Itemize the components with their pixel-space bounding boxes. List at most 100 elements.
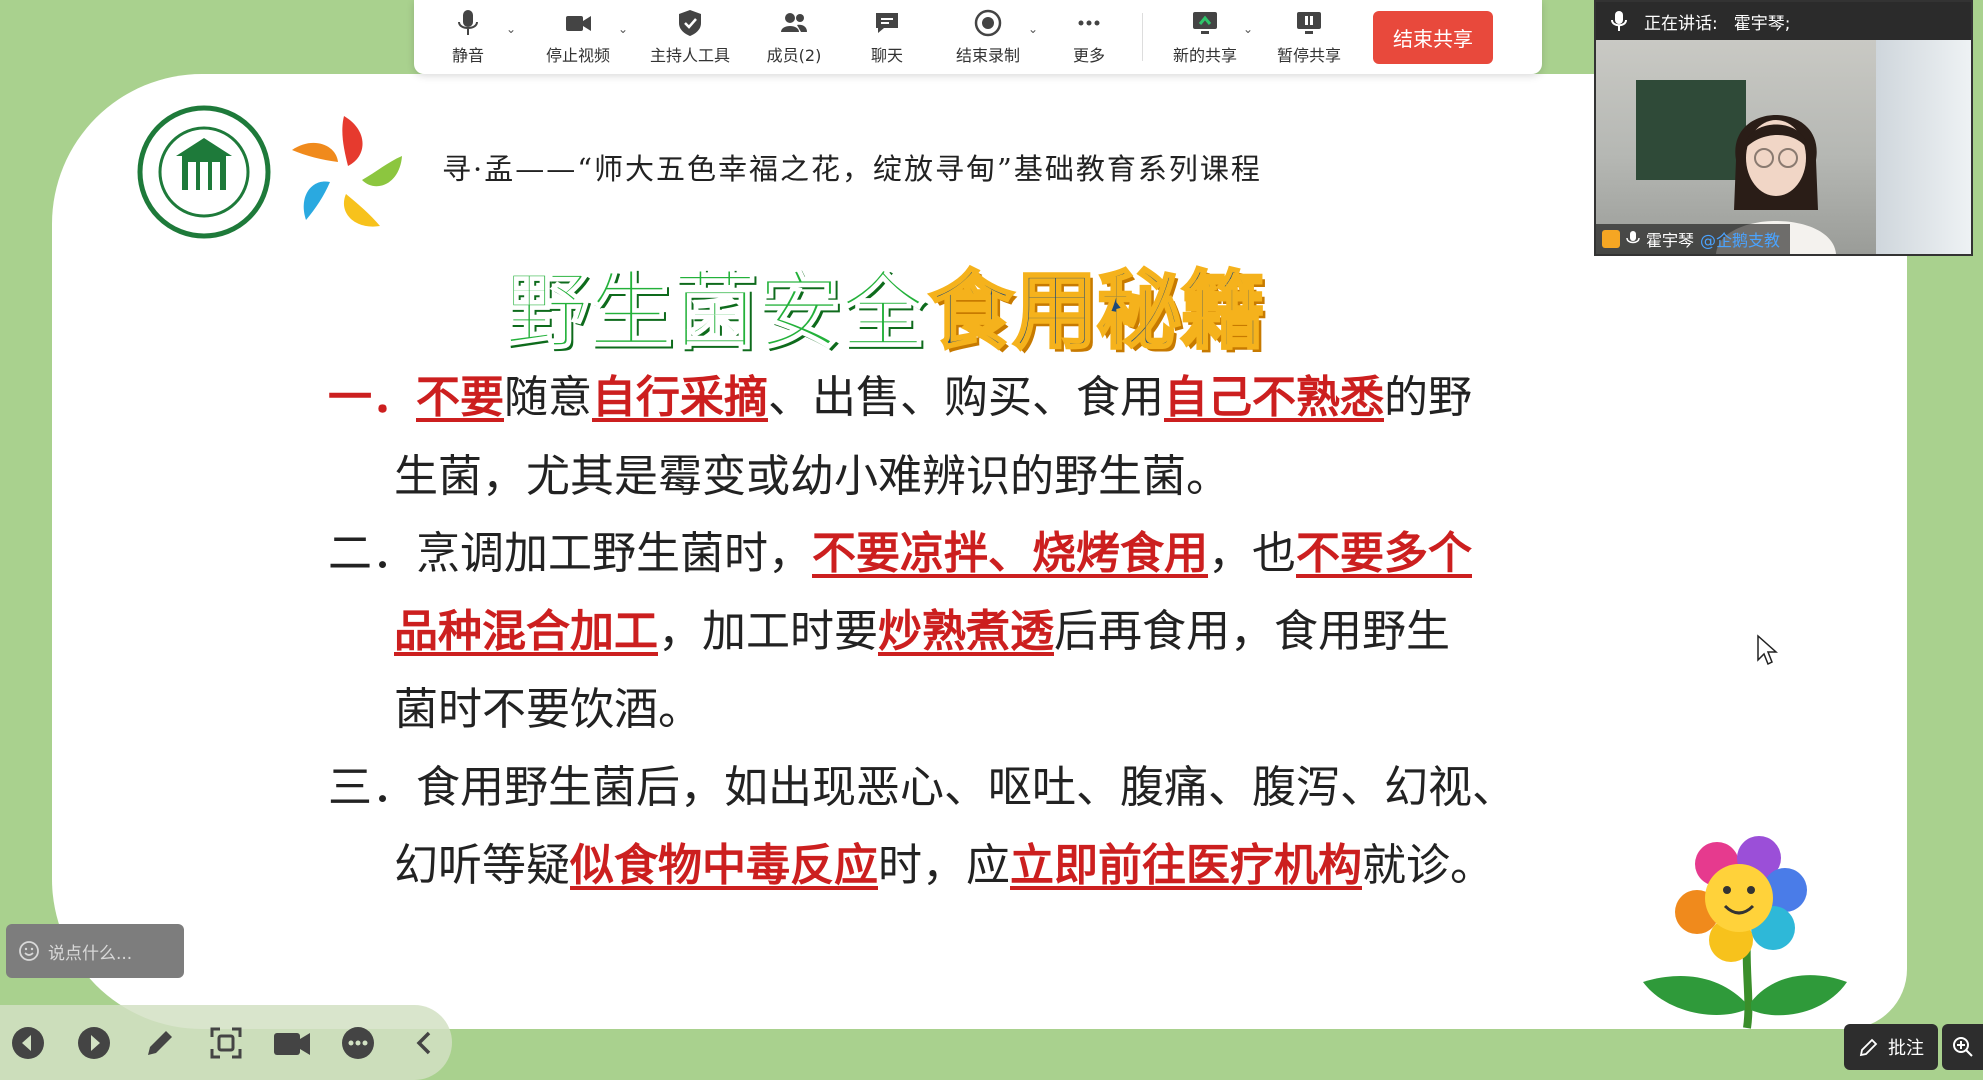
zoom-in-icon xyxy=(1952,1037,1973,1057)
item-segment: 自行采摘 xyxy=(592,372,768,423)
comment-placeholder: 说点什么... xyxy=(48,943,133,964)
item-segment: ，加工时要 xyxy=(658,606,878,657)
participant-name: 霍宇琴 xyxy=(1646,231,1695,250)
comment-input[interactable]: 说点什么... xyxy=(6,924,184,978)
host-tools-label: 主持人工具 xyxy=(649,46,730,65)
item-segment: 二．烹调加工野生菌时， xyxy=(328,528,812,579)
item-segment: 不要凉拌、烧烤食用 xyxy=(812,528,1208,579)
members-label: 成员(2) xyxy=(766,46,822,65)
title-part-tips: 食用秘籍 xyxy=(928,261,1267,362)
item-3-line-2: 幻听等疑似食物中毒反应时，应立即前往医疗机构就诊。 xyxy=(394,844,1494,888)
item-segment: 就诊。 xyxy=(1362,840,1494,891)
item-segment: 品种混合加工 xyxy=(394,606,658,657)
stop-video-button[interactable]: 停止视频 ⌄ xyxy=(522,0,634,74)
prev-icon xyxy=(12,1026,44,1059)
next-icon xyxy=(78,1026,110,1059)
smiling-flower-illustration xyxy=(1635,832,1855,1036)
participant-name-bar: 霍宇琴 @企鹅支教 xyxy=(1596,224,1791,254)
presentation-controls xyxy=(0,1005,452,1080)
camera-button[interactable] xyxy=(270,1021,314,1065)
item-1-line-1: 一．不要随意自行采摘、出售、购买、食用自己不熟悉的野 xyxy=(328,376,1472,420)
item-segment: 的野 xyxy=(1384,372,1472,423)
chevron-down-icon[interactable]: ⌄ xyxy=(506,22,516,36)
members-icon xyxy=(781,13,807,32)
speaker-video-panel[interactable]: 正在讲话: 霍宇琴; 霍宇琴 @企鹅支教 xyxy=(1594,0,1973,256)
item-segment: 时，应 xyxy=(878,840,1010,891)
item-2-line-2: 品种混合加工，加工时要炒熟煮透后再食用，食用野生 xyxy=(394,610,1450,654)
mute-label: 静音 xyxy=(451,46,484,65)
colorful-star-logo xyxy=(284,110,412,238)
item-segment: 随意 xyxy=(504,372,592,423)
item-segment: ，也 xyxy=(1208,528,1296,579)
video-feed: 霍宇琴 @企鹅支教 xyxy=(1596,40,1971,254)
course-series-header: 寻·孟——“师大五色幸福之花，绽放寻甸”基础教育系列课程 xyxy=(442,152,1262,186)
item-segment: 不要 xyxy=(416,372,504,423)
zoom-in-button[interactable] xyxy=(1942,1024,1983,1070)
more-icon xyxy=(342,1026,374,1059)
item-segment: 生菌，尤其是霉变或幼小难辨识的野生菌。 xyxy=(394,451,1230,502)
speaking-label: 正在讲话: xyxy=(1644,13,1718,34)
prev-slide-button[interactable] xyxy=(6,1021,50,1065)
mute-button[interactable]: 静音 ⌄ xyxy=(414,0,522,74)
more-button[interactable]: 更多 xyxy=(1044,0,1134,74)
members-button[interactable]: 成员(2) xyxy=(746,0,842,74)
smiley-icon xyxy=(19,941,39,961)
microphone-icon xyxy=(1611,11,1627,31)
item-segment: 立即前往医疗机构 xyxy=(1010,840,1362,891)
more-label: 更多 xyxy=(1072,46,1105,65)
next-slide-button[interactable] xyxy=(72,1021,116,1065)
item-segment: 一． xyxy=(328,372,416,423)
video-camera-icon xyxy=(566,16,591,31)
chat-button[interactable]: 聊天 xyxy=(842,0,932,74)
new-share-label: 新的共享 xyxy=(1172,46,1237,65)
collapse-button[interactable] xyxy=(402,1021,446,1065)
annotate-button[interactable]: 批注 xyxy=(1844,1024,1938,1070)
item-segment: 后再食用，食用野生 xyxy=(1054,606,1450,657)
record-icon xyxy=(974,9,1002,37)
chevron-down-icon[interactable]: ⌄ xyxy=(618,22,628,36)
end-recording-label: 结束录制 xyxy=(955,46,1020,65)
end-recording-button[interactable]: 结束录制 ⌄ xyxy=(932,0,1044,74)
new-share-icon xyxy=(1193,12,1217,34)
speaking-indicator: 正在讲话: 霍宇琴; xyxy=(1596,2,1971,40)
title-part-safety: 野生菌安全 xyxy=(504,261,926,361)
chevron-down-icon[interactable]: ⌄ xyxy=(1028,22,1038,36)
item-segment: 、出售、购买、食用 xyxy=(768,372,1164,423)
chat-label: 聊天 xyxy=(870,46,903,65)
end-share-button[interactable]: 结束共享 xyxy=(1373,10,1493,64)
microphone-icon xyxy=(458,10,478,35)
college-seal-logo xyxy=(136,104,272,244)
pen-icon xyxy=(148,1030,172,1055)
screenshot-icon xyxy=(210,1027,242,1058)
meeting-toolbar: 静音 ⌄ 停止视频 ⌄ 主持人工具 成员(2) 聊天 结束录制 ⌄ 更多 新的共… xyxy=(414,0,1542,74)
collapse-icon xyxy=(416,1031,431,1054)
pause-share-button[interactable]: 暂停共享 xyxy=(1259,0,1359,74)
window-background xyxy=(1876,40,1971,254)
new-share-button[interactable]: 新的共享 ⌄ xyxy=(1151,0,1259,74)
stop-video-label: 停止视频 xyxy=(545,46,610,65)
item-segment: 炒熟煮透 xyxy=(878,606,1054,657)
screenshot-button[interactable] xyxy=(204,1021,248,1065)
item-segment: 似食物中毒反应 xyxy=(570,840,878,891)
speaking-name: 霍宇琴; xyxy=(1733,13,1791,34)
item-segment: 三．食用野生菌后，如出现恶心、呕吐、腹痛、腹泻、幻视、 xyxy=(328,762,1516,813)
more-options-button[interactable] xyxy=(336,1021,380,1065)
camera-icon xyxy=(274,1032,310,1055)
item-segment: 自己不熟悉 xyxy=(1164,372,1384,423)
item-segment: 不要多个 xyxy=(1296,528,1472,579)
pause-share-icon xyxy=(1297,12,1321,34)
host-tools-button[interactable]: 主持人工具 xyxy=(634,0,746,74)
shield-icon xyxy=(679,10,701,36)
item-2-line-3: 菌时不要饮酒。 xyxy=(394,688,702,732)
pen-button[interactable] xyxy=(138,1021,182,1065)
item-3-line-1: 三．食用野生菌后，如出现恶心、呕吐、腹痛、腹泻、幻视、 xyxy=(328,766,1516,810)
chevron-down-icon[interactable]: ⌄ xyxy=(1243,22,1253,36)
item-2-line-1: 二．烹调加工野生菌时，不要凉拌、烧烤食用，也不要多个 xyxy=(328,532,1472,576)
pen-icon xyxy=(1859,1038,1878,1057)
annotate-label: 批注 xyxy=(1888,1038,1924,1059)
pause-share-label: 暂停共享 xyxy=(1276,46,1341,65)
item-1-line-2: 生菌，尤其是霉变或幼小难辨识的野生菌。 xyxy=(394,455,1230,499)
participant-org: @企鹅支教 xyxy=(1700,231,1781,250)
microphone-icon xyxy=(1626,231,1640,244)
more-icon xyxy=(1078,20,1100,26)
